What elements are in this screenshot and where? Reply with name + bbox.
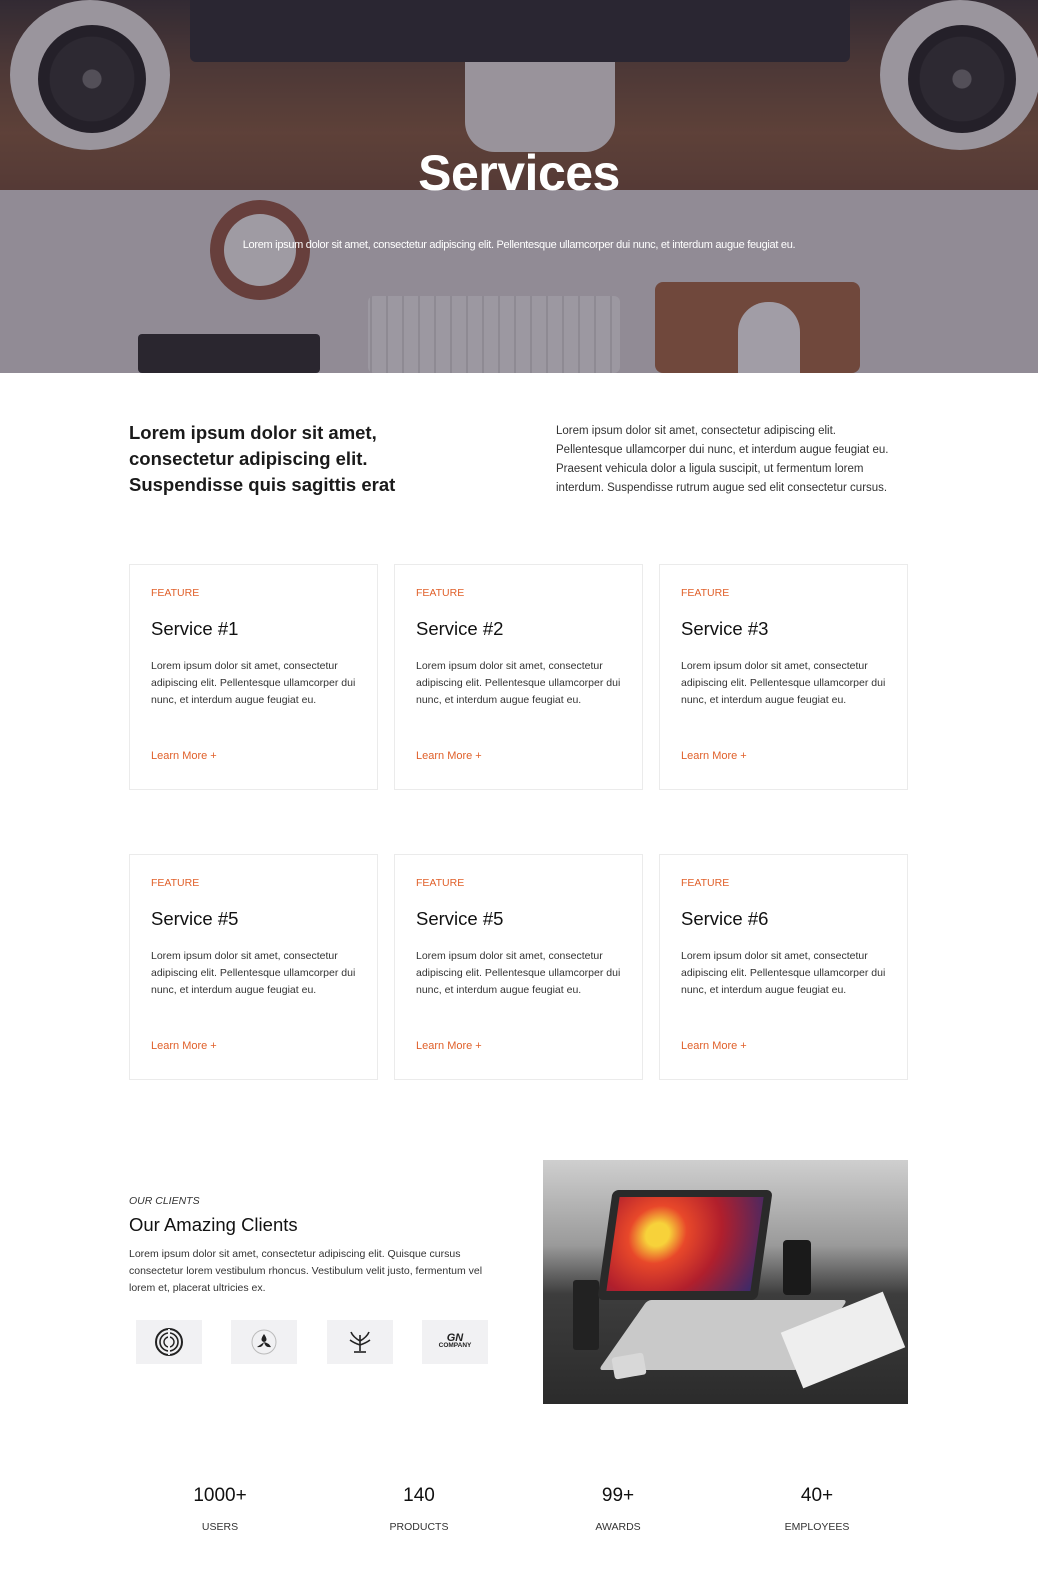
- stat-awards: 99+ AWARDS: [518, 1485, 718, 1533]
- hero-subtitle: Lorem ipsum dolor sit amet, consectetur …: [242, 239, 796, 251]
- plant-crown-logo-icon: [349, 1331, 371, 1353]
- service-tag: FEATURE: [681, 587, 730, 599]
- service-title: Service #5: [416, 908, 504, 929]
- stat-value: 1000+: [193, 1485, 247, 1506]
- stat-value: 140: [403, 1485, 435, 1506]
- triskelion-logo-icon: [251, 1329, 277, 1355]
- service-description: Lorem ipsum dolor sit amet, consectetur …: [681, 660, 886, 706]
- page-title: Services: [418, 145, 620, 201]
- learn-more-link[interactable]: Learn More +: [681, 750, 747, 762]
- service-card: FEATURE Service #6 Lorem ipsum dolor sit…: [659, 854, 908, 1080]
- service-title: Service #6: [681, 908, 769, 929]
- service-description: Lorem ipsum dolor sit amet, consectetur …: [416, 660, 621, 706]
- service-tag: FEATURE: [416, 587, 465, 599]
- stat-value: 99+: [601, 1485, 635, 1506]
- client-logo: [231, 1320, 297, 1364]
- learn-more-link[interactable]: Learn More +: [151, 750, 217, 762]
- client-logo: [327, 1320, 393, 1364]
- service-tag: FEATURE: [416, 877, 465, 889]
- stat-employees: 40+ EMPLOYEES: [717, 1485, 917, 1533]
- stat-products: 140 PRODUCTS: [319, 1485, 519, 1533]
- service-title: Service #2: [416, 618, 504, 639]
- learn-more-link[interactable]: Learn More +: [416, 750, 482, 762]
- stat-label: USERS: [201, 1521, 239, 1533]
- service-tag: FEATURE: [151, 877, 200, 889]
- intro-body: Lorem ipsum dolor sit amet, consectetur …: [556, 425, 889, 494]
- stat-users: 1000+ USERS: [120, 1485, 320, 1533]
- service-description: Lorem ipsum dolor sit amet, consectetur …: [151, 950, 356, 996]
- service-card: FEATURE Service #2 Lorem ipsum dolor sit…: [394, 564, 643, 790]
- clients-body: Lorem ipsum dolor sit amet, consectetur …: [129, 1248, 483, 1294]
- stat-label: AWARDS: [595, 1521, 641, 1533]
- learn-more-link[interactable]: Learn More +: [416, 1040, 482, 1052]
- stat-label: PRODUCTS: [389, 1521, 449, 1533]
- learn-more-link[interactable]: Learn More +: [151, 1040, 217, 1052]
- service-tag: FEATURE: [681, 877, 730, 889]
- service-card: FEATURE Service #5 Lorem ipsum dolor sit…: [394, 854, 643, 1080]
- service-tag: FEATURE: [151, 587, 200, 599]
- service-card: FEATURE Service #1 Lorem ipsum dolor sit…: [129, 564, 378, 790]
- client-logo: GN COMPANY: [422, 1320, 488, 1364]
- service-card: FEATURE Service #3 Lorem ipsum dolor sit…: [659, 564, 908, 790]
- clients-title: Our Amazing Clients: [129, 1214, 298, 1235]
- intro-heading: Lorem ipsum dolor sit amet, consectetur …: [129, 422, 396, 495]
- service-description: Lorem ipsum dolor sit amet, consectetur …: [416, 950, 621, 996]
- concentric-circle-logo-icon: [155, 1328, 183, 1356]
- clients-kicker: OUR CLIENTS: [129, 1195, 200, 1207]
- laptop-photo: [543, 1160, 908, 1404]
- service-title: Service #5: [151, 908, 239, 929]
- service-description: Lorem ipsum dolor sit amet, consectetur …: [681, 950, 886, 996]
- client-logo: [136, 1320, 202, 1364]
- hero-banner: Services Lorem ipsum dolor sit amet, con…: [0, 0, 1038, 373]
- stat-value: 40+: [800, 1485, 834, 1506]
- service-title: Service #1: [151, 618, 239, 639]
- service-title: Service #3: [681, 618, 769, 639]
- stat-label: EMPLOYEES: [784, 1521, 850, 1533]
- service-description: Lorem ipsum dolor sit amet, consectetur …: [151, 660, 356, 706]
- company-wordmark-logo-icon: GN COMPANY: [438, 1332, 472, 1350]
- service-card: FEATURE Service #5 Lorem ipsum dolor sit…: [129, 854, 378, 1080]
- learn-more-link[interactable]: Learn More +: [681, 1040, 747, 1052]
